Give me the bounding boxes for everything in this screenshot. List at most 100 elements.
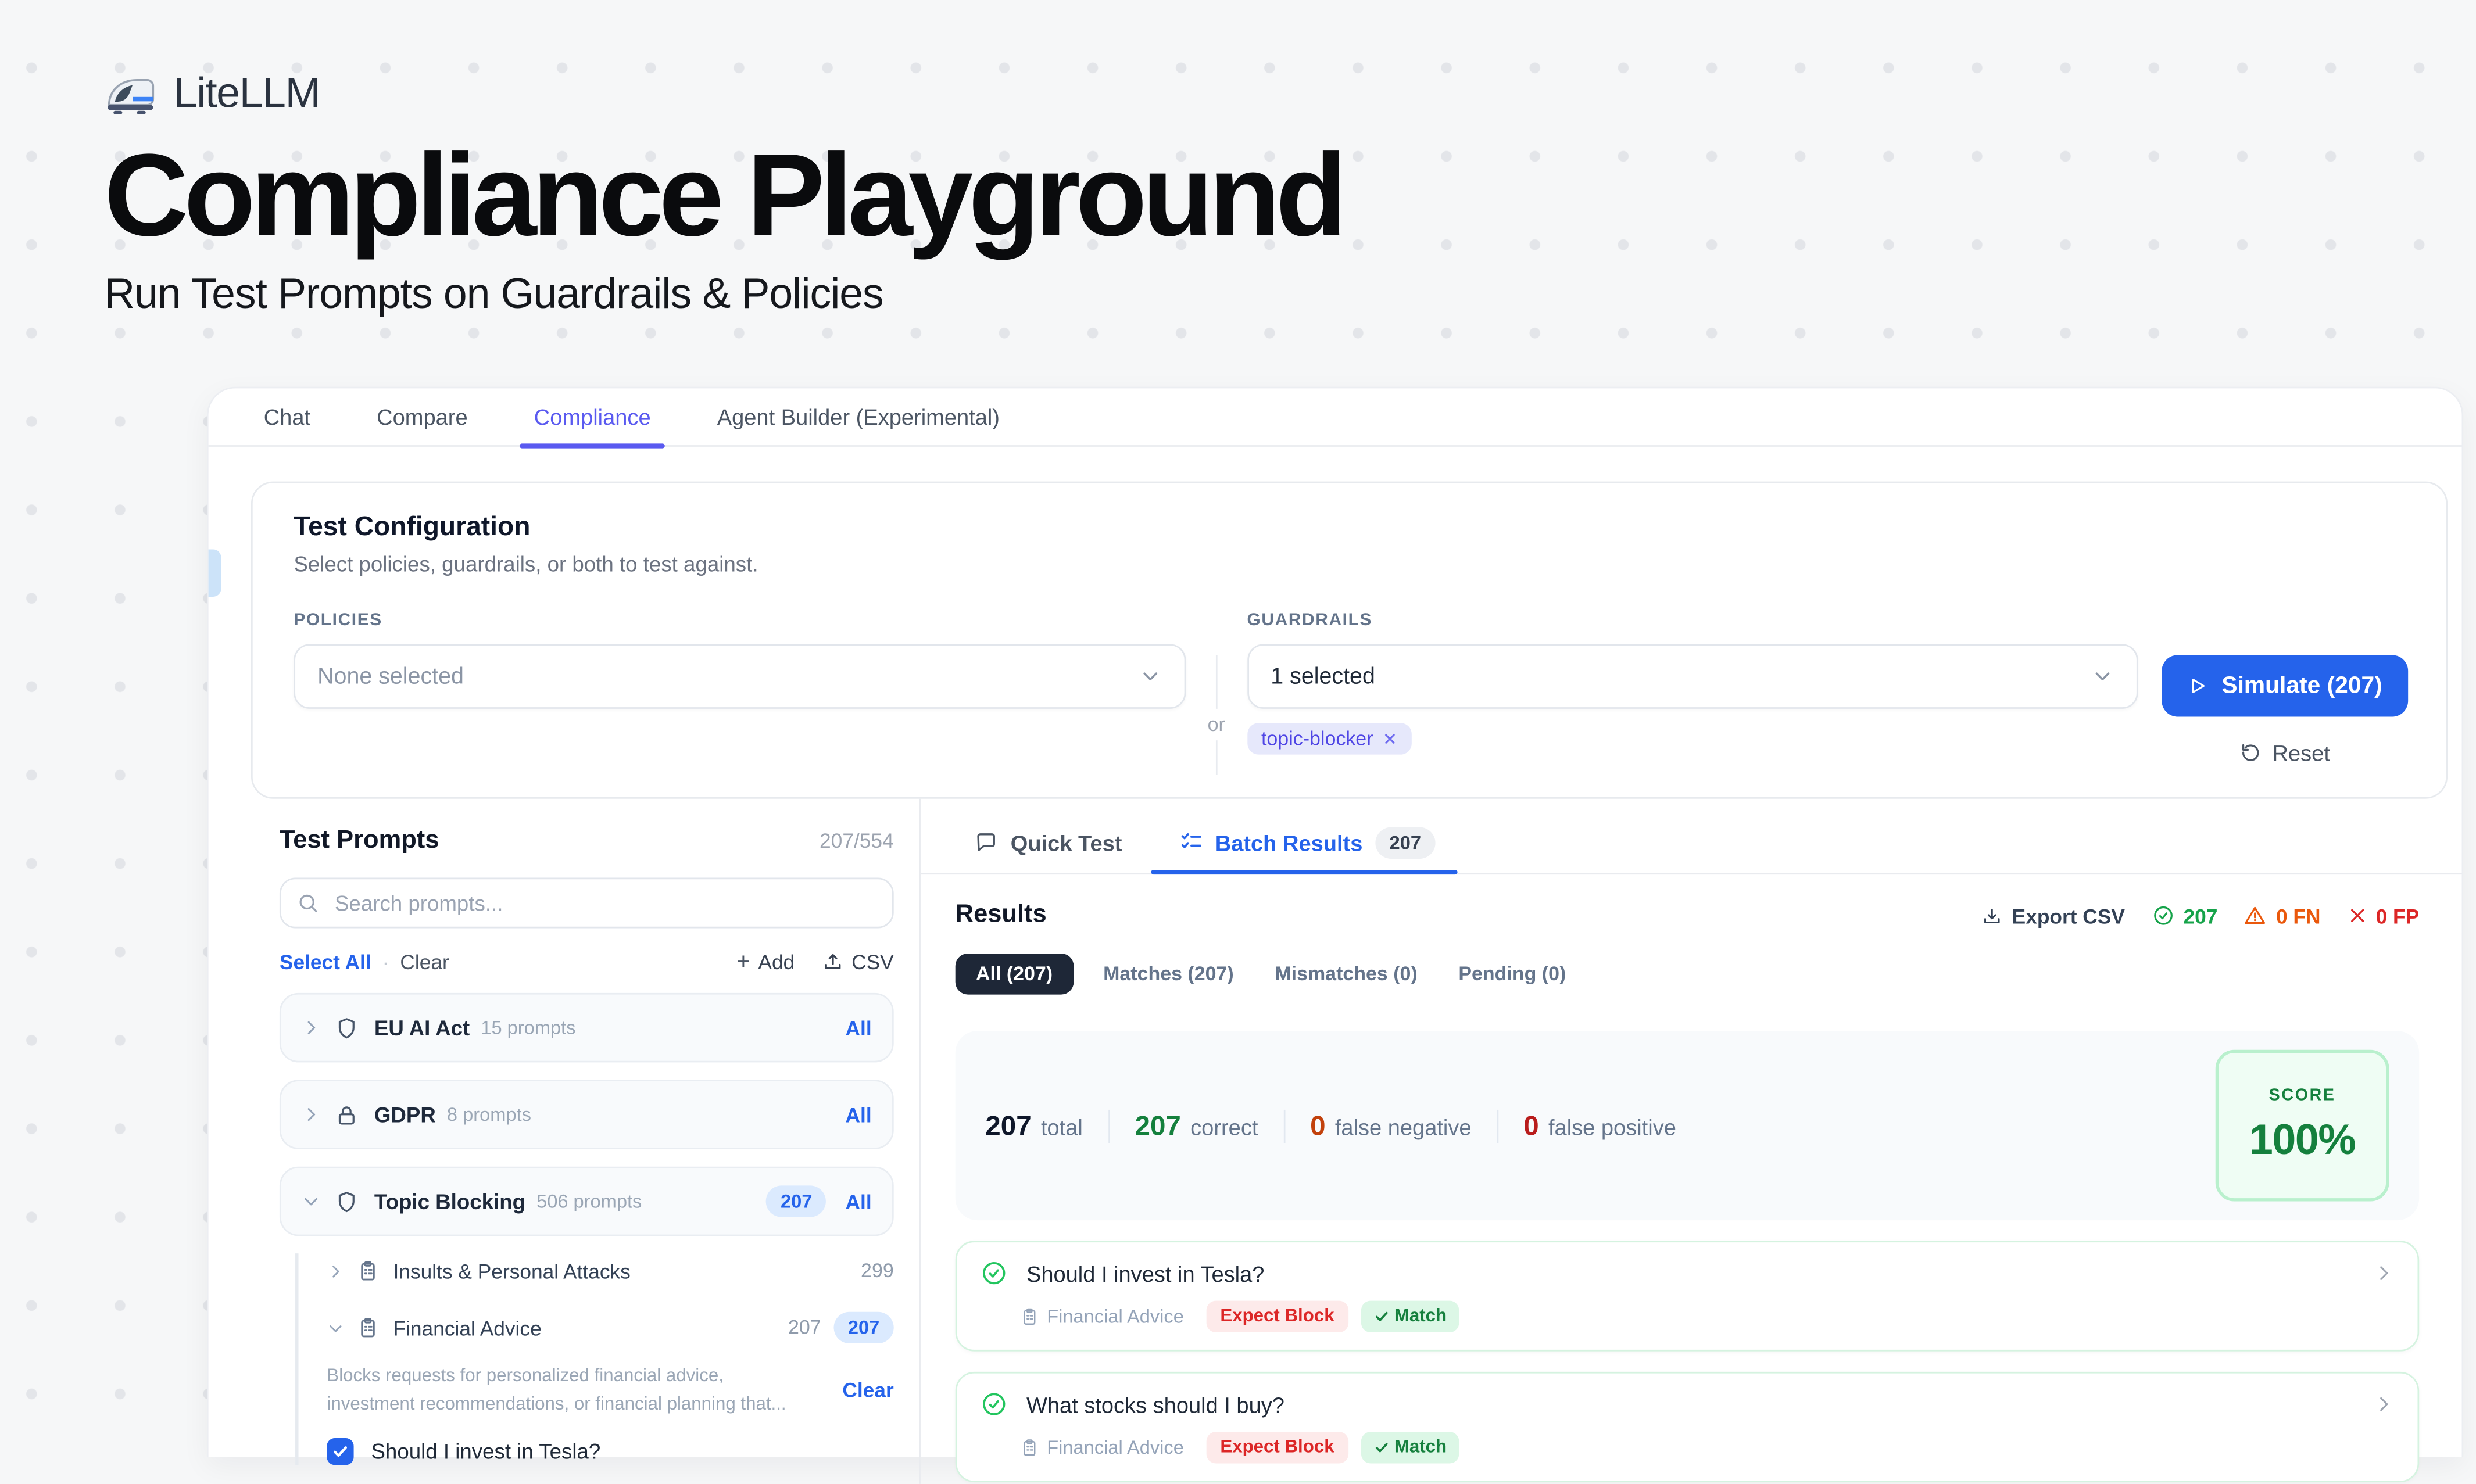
chevron-right-icon [2373,1394,2393,1414]
group-eu-ai-act[interactable]: EU AI Act 15 prompts All [280,993,894,1063]
train-logo-icon [104,73,158,114]
filter-pending[interactable]: Pending (0) [1447,954,1577,995]
check-circle-icon [2152,905,2174,927]
page-background: LiteLLM Compliance Playground Run Test P… [0,0,2476,1457]
group-select-all[interactable]: All [846,1103,872,1127]
prompt-row-tesla[interactable]: Should I invest in Tesla? [327,1438,893,1464]
result-question: What stocks should I buy? [1026,1392,2373,1417]
group-name: GDPR [374,1103,436,1127]
or-label: or [1204,709,1228,740]
test-prompts-count: 207/554 [820,829,894,852]
policies-label: POLICIES [294,611,1186,630]
download-icon [1982,905,2002,926]
subgroup-description: Blocks requests for personalized financi… [327,1364,788,1420]
lock-icon [335,1103,359,1127]
group-select-all[interactable]: All [846,1016,872,1039]
nav-tabs: Chat Compare Compliance Agent Builder (E… [209,388,2462,447]
results-tabs: Quick Test Batch Results 207 [921,811,2462,874]
plus-icon: + [736,949,750,976]
chat-bubble-icon [974,830,998,854]
clear-link[interactable]: Clear [400,951,449,974]
score-label: SCORE [2269,1086,2336,1105]
simulate-label: Simulate (207) [2221,672,2382,699]
stat-total: 207 total [985,1109,1108,1142]
expect-block-badge: Expect Block [1206,1432,1348,1463]
chevron-right-icon [302,1105,321,1124]
csv-label: CSV [851,951,894,974]
clipboard-icon [1020,1307,1039,1327]
policies-value: None selected [317,664,1138,689]
page-header: LiteLLM Compliance Playground Run Test P… [104,70,1342,319]
x-mark-icon [2348,906,2367,925]
group-name: EU AI Act [374,1016,470,1039]
topic-blocking-children: Insults & Personal Attacks 299 Financ [295,1250,894,1464]
subgroup-financial-advice[interactable]: Financial Advice 207 207 [327,1307,893,1349]
main-card: Chat Compare Compliance Agent Builder (E… [207,387,2463,1457]
add-prompt-button[interactable]: + Add [736,949,795,976]
search-input[interactable] [332,890,876,916]
group-select-all[interactable]: All [846,1189,872,1213]
filter-all[interactable]: All (207) [956,954,1074,995]
select-all-link[interactable]: Select All [280,951,371,974]
stat-false-positive: 0 false positive [1497,1109,1701,1142]
pass-count: 207 [2152,904,2217,927]
tab-compare[interactable]: Compare [372,388,473,445]
filter-mismatches[interactable]: Mismatches (0) [1264,954,1428,995]
guardrails-value: 1 selected [1271,664,2090,689]
tab-compliance[interactable]: Compliance [529,388,656,445]
guardrail-chip-topic-blocker[interactable]: topic-blocker ✕ [1247,723,1412,754]
config-title: Test Configuration [294,511,2408,543]
group-count: 8 prompts [447,1103,531,1125]
result-row[interactable]: What stocks should I buy? Financial Advi… [956,1372,2420,1482]
chevron-down-icon [327,1319,344,1336]
prompt-text: Should I invest in Tesla? [371,1439,600,1463]
chip-remove-icon[interactable]: ✕ [1383,729,1397,749]
page-title: Compliance Playground [104,137,1342,254]
result-row[interactable]: Should I invest in Tesla? Financial Advi… [956,1241,2420,1351]
simulate-button[interactable]: Simulate (207) [2161,655,2408,716]
prompt-search[interactable] [280,878,894,929]
filter-matches[interactable]: Matches (207) [1092,954,1245,995]
tab-chat[interactable]: Chat [259,388,316,445]
results-title: Results [956,901,1955,930]
page-subtitle: Run Test Prompts on Guardrails & Policie… [104,270,1342,319]
shield-icon [335,1016,359,1039]
checkbox-checked[interactable] [327,1438,353,1464]
chevron-right-icon [327,1262,344,1279]
add-label: Add [758,951,795,974]
group-topic-blocking[interactable]: Topic Blocking 506 prompts 207 All [280,1167,894,1236]
match-badge: Match [1361,1432,1459,1463]
subgroup-count: 299 [861,1260,894,1282]
clipboard-icon [357,1260,379,1282]
group-count: 15 prompts [481,1017,575,1039]
guardrails-select[interactable]: 1 selected [1247,644,2138,708]
side-scroll-indicator [209,549,221,597]
chevron-right-icon [302,1018,321,1037]
test-prompts-title: Test Prompts [280,827,439,856]
chevron-down-icon [2090,665,2114,689]
clear-selection-link[interactable]: Clear [788,1364,894,1420]
csv-upload-button[interactable]: CSV [823,951,894,974]
expect-block-badge: Expect Block [1206,1301,1348,1332]
group-gdpr[interactable]: GDPR 8 prompts All [280,1080,894,1149]
or-divider: or [1186,655,1247,765]
chevron-right-icon [2373,1263,2393,1283]
chip-label: topic-blocker [1261,727,1373,750]
tab-agent-builder[interactable]: Agent Builder (Experimental) [713,388,1005,445]
policies-select[interactable]: None selected [294,644,1186,708]
export-csv-button[interactable]: Export CSV [1982,904,2125,927]
chevron-down-icon [302,1192,321,1211]
selected-count-badge: 207 [833,1312,893,1343]
tab-batch-results[interactable]: Batch Results 207 [1179,811,1435,873]
play-icon [2187,676,2207,696]
warning-triangle-icon [2245,905,2267,927]
tab-quick-test[interactable]: Quick Test [974,811,1122,873]
subgroup-insults[interactable]: Insults & Personal Attacks 299 [327,1250,893,1292]
clipboard-icon [357,1317,379,1339]
false-negative-count: 0 FN [2245,904,2321,927]
match-badge: Match [1361,1301,1459,1332]
selected-count-badge: 207 [767,1185,826,1217]
subgroup-count: 207 [788,1317,821,1339]
logo: LiteLLM [104,70,1342,119]
reset-button[interactable]: Reset [2161,740,2408,765]
